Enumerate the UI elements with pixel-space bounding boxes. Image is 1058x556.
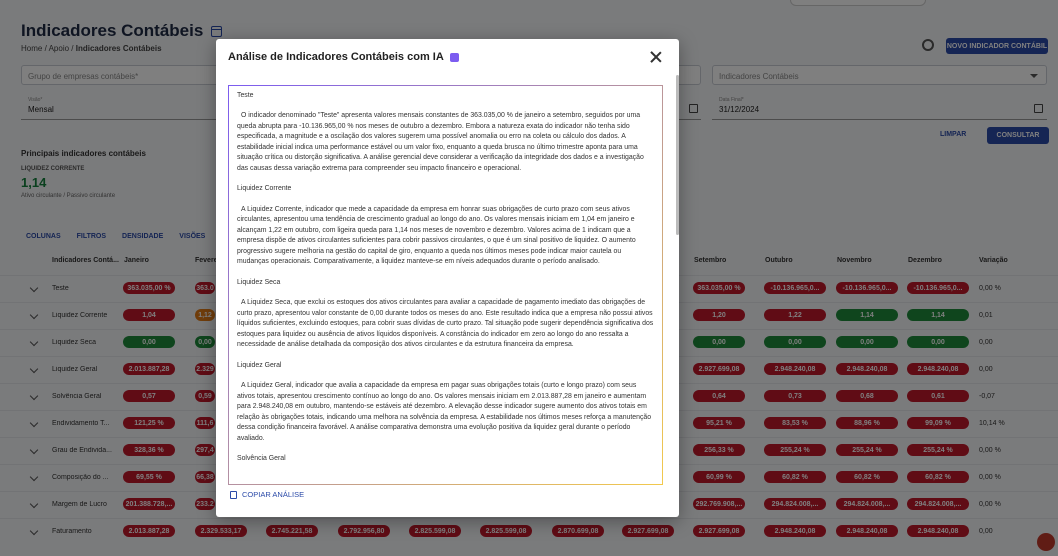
analysis-textarea[interactable]: Teste O indicador denominado "Teste" apre… <box>228 85 663 485</box>
analysis-heading: Liquidez Seca <box>237 278 281 286</box>
analysis-paragraph: O indicador denominado "Teste" apresenta… <box>237 112 644 172</box>
analysis-heading: Liquidez Corrente <box>237 185 292 193</box>
analysis-modal: Análise de Indicadores Contábeis com IA … <box>216 39 679 517</box>
modal-scrollbar[interactable] <box>676 75 679 235</box>
analysis-paragraph: A Liquidez Seca, que exclui os estoques … <box>237 299 654 349</box>
copy-icon <box>230 490 237 499</box>
ai-icon <box>449 52 459 62</box>
analysis-paragraph: A Liquidez Corrente, indicador que mede … <box>237 205 636 266</box>
analysis-heading: Teste <box>237 92 254 99</box>
modal-title: Análise de Indicadores Contábeis com IA <box>228 51 459 63</box>
analysis-paragraph: A Liquidez Geral, indicador que avalia a… <box>237 382 652 442</box>
analysis-heading: Liquidez Geral <box>237 361 282 369</box>
copy-analysis-button[interactable]: COPIAR ANÁLISE <box>230 490 304 499</box>
close-icon[interactable] <box>650 51 662 63</box>
analysis-heading: Solvência Geral <box>237 455 286 463</box>
